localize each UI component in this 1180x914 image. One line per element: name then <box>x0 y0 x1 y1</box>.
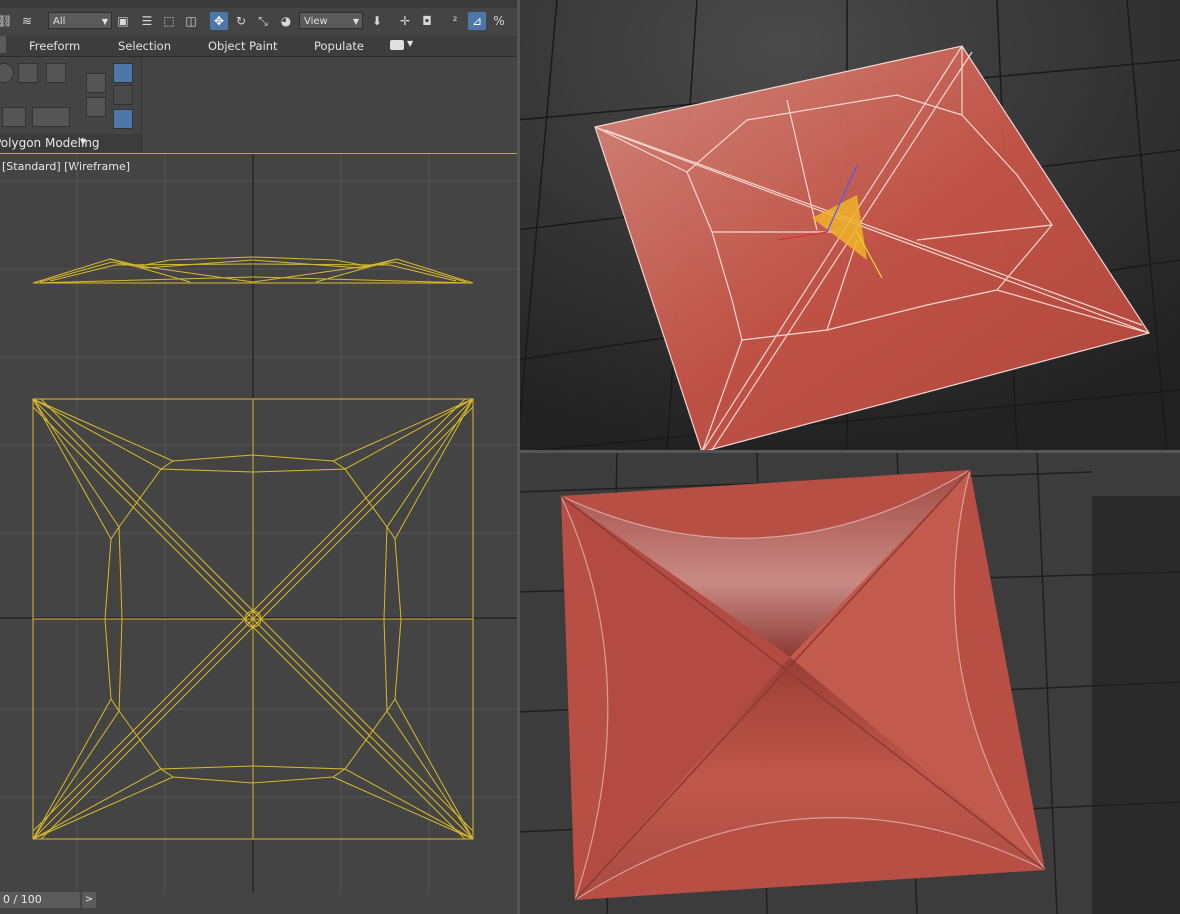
selection-filter-dropdown[interactable]: All ▼ <box>48 12 112 29</box>
keyboard-shortcut-icon[interactable]: ◘ <box>418 12 436 30</box>
cube-icon[interactable] <box>46 63 66 83</box>
left-panel: ⛓ ≋ All ▼ ▣ ☰ ⬚ ◫ ✥ ↻ ⤡ ◕ View ▼ ⬇ ✛ ◘ ²… <box>0 0 517 914</box>
tab-freeform[interactable]: Freeform <box>29 39 80 53</box>
sphere-icon[interactable] <box>0 63 14 83</box>
snap-toggle-icon[interactable]: ² <box>446 12 464 30</box>
chevron-down-icon: ▼ <box>101 17 108 26</box>
link-icon[interactable]: ⛓ <box>0 12 14 30</box>
rect-region-icon[interactable]: ⬚ <box>160 12 178 30</box>
chevron-down-icon[interactable]: ▼ <box>407 39 413 48</box>
chevron-down-icon: ▼ <box>80 137 87 146</box>
pivot-icon[interactable]: ⬇ <box>368 12 386 30</box>
ribbon-options-icon[interactable] <box>390 40 404 50</box>
time-slider[interactable]: 0 / 100 <box>0 892 80 908</box>
main-toolbar: ⛓ ≋ All ▼ ▣ ☰ ⬚ ◫ ✥ ↻ ⤡ ◕ View ▼ ⬇ ✛ ◘ ²… <box>0 8 517 35</box>
viewport-divider-vertical[interactable] <box>517 0 520 914</box>
tab-object-paint[interactable]: Object Paint <box>208 39 278 53</box>
panel-divider <box>141 57 142 153</box>
angle-snap-icon[interactable]: ⊿ <box>468 12 486 30</box>
selection-filter-value: All <box>53 16 66 27</box>
stack-down-icon[interactable] <box>86 97 106 117</box>
ref-coord-dropdown[interactable]: View ▼ <box>299 12 363 29</box>
ribbon-panel: Polygon Modeling ▼ <box>0 57 517 153</box>
next-frame-button[interactable]: > <box>82 892 96 908</box>
move-icon[interactable]: ✥ <box>210 12 228 30</box>
pin-stack-icon[interactable] <box>113 85 133 105</box>
select-manipulate-icon[interactable]: ✛ <box>396 12 414 30</box>
perspective-viewport-top[interactable] <box>517 0 1180 452</box>
panel-label-bar[interactable]: Polygon Modeling ▼ <box>0 134 141 152</box>
bind-spacewarp-icon[interactable]: ≋ <box>18 12 36 30</box>
grid <box>0 154 517 892</box>
chevron-down-icon: ▼ <box>352 17 359 26</box>
stack-up-icon[interactable] <box>86 73 106 93</box>
select-by-name-icon[interactable]: ☰ <box>138 12 156 30</box>
ref-coord-value: View <box>304 16 328 27</box>
viewport-divider-horizontal[interactable] <box>517 450 1180 453</box>
viewport-gap <box>1092 496 1180 914</box>
scale-icon[interactable]: ⤡ <box>254 12 272 30</box>
wireframe-viewport[interactable] <box>0 154 517 892</box>
percent-snap-icon[interactable]: % <box>490 12 508 30</box>
show-end-result-icon[interactable] <box>113 63 133 83</box>
make-unique-icon[interactable] <box>113 109 133 129</box>
select-object-icon[interactable]: ▣ <box>114 12 132 30</box>
top-view-mesh <box>32 398 474 840</box>
rotate-icon[interactable]: ↻ <box>232 12 250 30</box>
perspective-viewport-bottom[interactable] <box>517 452 1180 914</box>
tab-selection[interactable]: Selection <box>118 39 171 53</box>
window-crossing-icon[interactable]: ◫ <box>182 12 200 30</box>
grid-axes <box>0 154 517 892</box>
menu-bar[interactable] <box>0 0 517 8</box>
tab-modeling[interactable] <box>0 36 6 53</box>
command-tabs: Freeform Selection Object Paint Populate… <box>0 36 517 57</box>
box-icon[interactable] <box>18 63 38 83</box>
modify-icon[interactable] <box>2 107 26 127</box>
toggle-icon[interactable] <box>32 107 70 127</box>
placement-icon[interactable]: ◕ <box>277 12 295 30</box>
tab-populate[interactable]: Populate <box>314 39 364 53</box>
